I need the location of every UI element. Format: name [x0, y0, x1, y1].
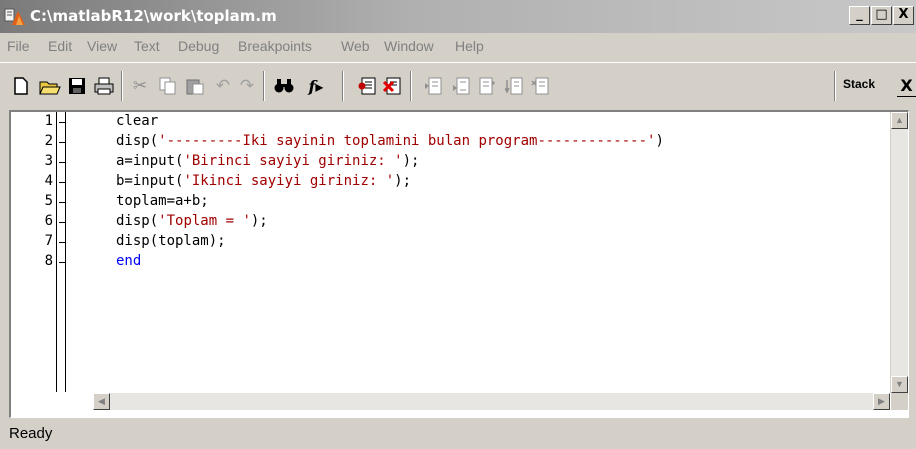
scrollbar-corner: [891, 393, 908, 410]
code-string: '---------Iki sayinin toplamini bulan pr…: [158, 133, 656, 149]
gutter-divider: [65, 112, 66, 392]
code-text: b=input(: [116, 173, 184, 189]
clear-breakpoints-icon[interactable]: [381, 75, 403, 97]
code-string: 'Toplam = ': [158, 213, 251, 229]
close-button[interactable]: X: [893, 6, 914, 25]
code-string: 'Ikinci sayiyi giriniz: ': [183, 173, 395, 189]
title-bar[interactable]: C:\matlabR12\work\toplam.m _ □ X: [0, 0, 916, 33]
scroll-up-button[interactable]: ▲: [891, 112, 908, 129]
code-line[interactable]: b=input('Ikinci sayiyi giriniz: ');: [116, 173, 411, 189]
code-line[interactable]: toplam=a+b;: [116, 193, 209, 209]
code-line[interactable]: disp('Toplam = ');: [116, 213, 268, 229]
code-line[interactable]: a=input('Birinci sayiyi giriniz: ');: [116, 153, 419, 169]
line-number: 2: [44, 133, 53, 149]
code-string: 'Birinci sayiyi giriniz: ': [183, 153, 403, 169]
stack-label[interactable]: Stack: [843, 77, 875, 91]
save-icon[interactable]: [66, 75, 88, 97]
scroll-left-button[interactable]: ◀: [93, 393, 110, 410]
line-number: 1: [44, 113, 53, 129]
redo-icon[interactable]: ↷: [237, 75, 257, 97]
code-text: toplam=a+b;: [116, 193, 209, 209]
status-bar-text: Ready: [9, 425, 53, 442]
code-text: );: [394, 173, 412, 189]
breakpoint-slot[interactable]: [59, 262, 65, 263]
line-number-gutter: 1 2 3 4 5 6 7 8: [11, 112, 93, 417]
toolbar-separator: [121, 71, 123, 101]
menu-breakpoints[interactable]: Breakpoints: [238, 38, 312, 54]
menu-edit[interactable]: Edit: [48, 38, 72, 54]
breakpoint-slot[interactable]: [59, 162, 65, 163]
code-text: clear: [116, 113, 159, 129]
find-icon[interactable]: [273, 75, 295, 97]
toolbar-separator: [263, 71, 265, 101]
undo-icon[interactable]: ↶: [213, 75, 233, 97]
code-line[interactable]: clear: [116, 113, 158, 129]
line-number: 5: [44, 193, 53, 209]
code-editor[interactable]: 1 2 3 4 5 6 7 8 clear disp('---------Iki…: [9, 110, 909, 418]
exit-debug-icon[interactable]: [529, 75, 551, 97]
code-line[interactable]: end: [116, 253, 141, 269]
menu-view[interactable]: View: [87, 38, 117, 54]
line-number: 3: [44, 153, 53, 169]
code-line[interactable]: disp(toplam);: [116, 233, 226, 249]
code-text: disp(: [116, 133, 159, 149]
breakpoint-slot[interactable]: [59, 142, 65, 143]
breakpoint-slot[interactable]: [59, 202, 65, 203]
horizontal-scrollbar[interactable]: ◀ ▶: [93, 393, 890, 410]
step-icon[interactable]: [422, 75, 444, 97]
menu-file[interactable]: File: [7, 38, 30, 54]
breakpoint-slot[interactable]: [59, 122, 65, 123]
code-text: disp(toplam);: [116, 233, 226, 249]
set-breakpoint-icon[interactable]: [356, 75, 378, 97]
gutter-divider: [56, 112, 57, 392]
open-file-icon[interactable]: [38, 75, 62, 97]
cut-icon[interactable]: ✂: [130, 75, 150, 97]
toolbar: ✂ ↶ ↷ f▸ Stack X: [0, 62, 916, 109]
code-text: );: [402, 153, 420, 169]
stack-close-button[interactable]: X: [897, 75, 916, 97]
step-in-icon[interactable]: [450, 75, 472, 97]
matlab-logo-icon: [4, 7, 26, 26]
maximize-button[interactable]: □: [871, 6, 892, 25]
print-icon[interactable]: [93, 75, 115, 97]
menu-bar: File Edit View Text Debug Breakpoints We…: [0, 34, 916, 60]
line-number: 7: [44, 233, 53, 249]
toolbar-separator: [410, 71, 412, 101]
code-keyword: end: [116, 253, 142, 269]
line-number: 6: [44, 213, 53, 229]
code-text: disp(: [116, 213, 159, 229]
menu-help[interactable]: Help: [455, 38, 484, 54]
breakpoint-slot[interactable]: [59, 242, 65, 243]
breakpoint-slot[interactable]: [59, 182, 65, 183]
new-file-icon[interactable]: [12, 75, 30, 97]
code-text: a=input(: [116, 153, 184, 169]
menu-text[interactable]: Text: [134, 38, 160, 54]
window-title: C:\matlabR12\work\toplam.m: [30, 7, 277, 25]
paste-icon[interactable]: [184, 75, 206, 97]
function-icon[interactable]: f▸: [300, 75, 332, 97]
step-out-icon[interactable]: [476, 75, 498, 97]
copy-icon[interactable]: [157, 75, 179, 97]
menu-web[interactable]: Web: [341, 38, 370, 54]
code-line[interactable]: disp('---------Iki sayinin toplamini bul…: [116, 133, 664, 149]
minimize-button[interactable]: _: [849, 6, 870, 25]
toolbar-separator: [834, 71, 836, 101]
code-text: );: [250, 213, 268, 229]
line-number: 4: [44, 173, 53, 189]
vertical-scrollbar[interactable]: ▲ ▼: [890, 112, 908, 393]
breakpoint-slot[interactable]: [59, 222, 65, 223]
scroll-right-button[interactable]: ▶: [873, 393, 890, 410]
toolbar-separator: [342, 71, 344, 101]
menu-window[interactable]: Window: [384, 38, 434, 54]
continue-icon[interactable]: [503, 75, 525, 97]
code-text: ): [655, 133, 664, 149]
menu-debug[interactable]: Debug: [178, 38, 219, 54]
line-number: 8: [44, 253, 53, 269]
scroll-down-button[interactable]: ▼: [891, 376, 908, 393]
